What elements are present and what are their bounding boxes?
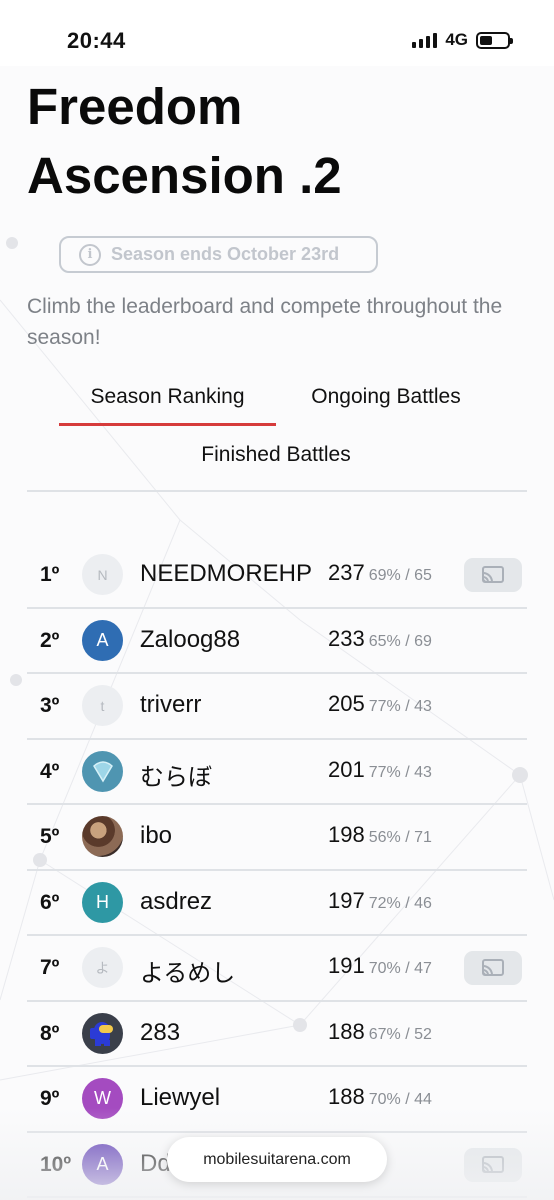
season-end-badge: i Season ends October 23rd <box>59 236 378 273</box>
player-avatar[interactable]: よ <box>82 947 123 988</box>
score-value: 191 <box>328 953 365 978</box>
score-value: 233 <box>328 625 365 651</box>
cast-icon <box>482 566 504 583</box>
tab-ongoing-battles[interactable]: Ongoing Battles <box>276 385 496 409</box>
player-avatar[interactable] <box>82 1012 123 1054</box>
win-rate-stats: 72% / 46 <box>368 894 432 912</box>
score-value: 198 <box>328 822 365 847</box>
ranking-row[interactable]: 8º 283 188 67% / 52 <box>27 1002 527 1067</box>
player-score: 191 70% / 47 <box>328 953 432 979</box>
rank-position: 3º <box>40 694 60 717</box>
rank-position: 6º <box>40 890 60 914</box>
player-name[interactable]: 283 <box>140 1019 180 1047</box>
score-value: 197 <box>328 887 365 913</box>
player-score: 233 65% / 69 <box>328 626 432 652</box>
ranking-row[interactable]: 7º よよるめし 191 70% / 47 <box>27 936 527 1002</box>
ranking-row[interactable]: 1º N NEEDMOREHP 237 69% / 65 <box>27 543 527 609</box>
cast-icon <box>482 959 504 976</box>
score-value: 205 <box>328 691 365 716</box>
player-name[interactable]: Zaloog88 <box>140 626 240 654</box>
tabs-divider <box>27 490 527 492</box>
rank-position: 4º <box>40 759 60 783</box>
tab-season-ranking[interactable]: Season Ranking <box>59 385 276 409</box>
active-tab-indicator <box>59 423 276 426</box>
ranking-row[interactable]: 2º A Zaloog88 233 65% / 69 <box>27 609 527 674</box>
win-rate-stats: 65% / 69 <box>368 632 432 650</box>
season-end-text: Season ends October 23rd <box>111 244 340 264</box>
page-subtitle: Climb the leaderboard and compete throug… <box>27 295 503 349</box>
battery-icon <box>476 31 513 49</box>
player-score: 205 77% / 43 <box>328 691 432 717</box>
player-avatar[interactable]: t <box>82 685 123 726</box>
status-time: 20:44 <box>67 28 126 53</box>
win-rate-stats: 77% / 43 <box>368 763 432 781</box>
win-rate-stats: 70% / 47 <box>368 960 432 977</box>
player-score: 198 56% / 71 <box>328 822 432 848</box>
status-icons: 4G <box>412 30 513 50</box>
watch-stream-button[interactable] <box>464 558 522 592</box>
player-name[interactable]: よるめし <box>140 953 235 988</box>
player-name[interactable]: asdrez <box>140 888 212 916</box>
win-rate-stats: 70% / 44 <box>368 1091 432 1108</box>
browser-url-bar[interactable]: mobilesuitarena.com <box>167 1137 387 1182</box>
player-avatar[interactable]: N <box>82 554 123 595</box>
player-avatar[interactable] <box>82 750 123 792</box>
page-title: Freedom Ascension .2 <box>27 78 342 204</box>
rank-position: 7º <box>40 956 60 979</box>
ranking-row[interactable]: 5º ibo 198 56% / 71 <box>27 805 527 871</box>
rank-position: 8º <box>40 1021 60 1045</box>
win-rate-stats: 67% / 52 <box>368 1025 432 1043</box>
ranking-row[interactable]: 3º t triverr 205 77% / 43 <box>27 674 527 740</box>
player-name[interactable]: ibo <box>140 822 172 850</box>
player-name[interactable]: むらぼ <box>140 757 212 792</box>
score-value: 201 <box>328 756 365 782</box>
win-rate-stats: 69% / 65 <box>368 567 432 584</box>
ranking-row[interactable]: 4º むらぼ 201 77% / 43 <box>27 740 527 805</box>
player-name[interactable]: NEEDMOREHP <box>140 560 312 588</box>
player-name[interactable]: triverr <box>140 691 201 719</box>
win-rate-stats: 56% / 71 <box>368 829 432 846</box>
player-score: 201 77% / 43 <box>328 757 432 783</box>
player-score: 237 69% / 65 <box>328 560 432 586</box>
rank-position: 5º <box>40 825 60 848</box>
status-bar: 20:44 4G <box>0 0 554 66</box>
network-type: 4G <box>445 30 468 49</box>
score-value: 188 <box>328 1084 365 1109</box>
ranking-row[interactable]: 6º Hasdrez 197 72% / 46 <box>27 871 527 936</box>
player-score: 188 70% / 44 <box>328 1084 432 1110</box>
score-value: 188 <box>328 1018 365 1044</box>
watch-stream-button[interactable] <box>464 951 522 985</box>
tab-bar: Season Ranking Ongoing Battles Finished … <box>0 373 554 492</box>
tab-finished-battles[interactable]: Finished Battles <box>160 443 392 467</box>
info-icon: i <box>79 243 101 266</box>
rank-position: 2º <box>40 628 60 652</box>
score-value: 237 <box>328 560 365 585</box>
player-avatar[interactable] <box>82 816 123 857</box>
rank-position: 1º <box>40 563 60 586</box>
signal-icon <box>412 32 438 48</box>
player-score: 197 72% / 46 <box>328 888 432 914</box>
ranking-list: 1º N NEEDMOREHP 237 69% / 65 2º A Zaloog88 233 65… <box>0 543 554 1198</box>
win-rate-stats: 77% / 43 <box>368 698 432 715</box>
player-avatar[interactable]: H <box>82 881 123 923</box>
player-avatar[interactable]: A <box>82 619 123 661</box>
player-score: 188 67% / 52 <box>328 1019 432 1045</box>
